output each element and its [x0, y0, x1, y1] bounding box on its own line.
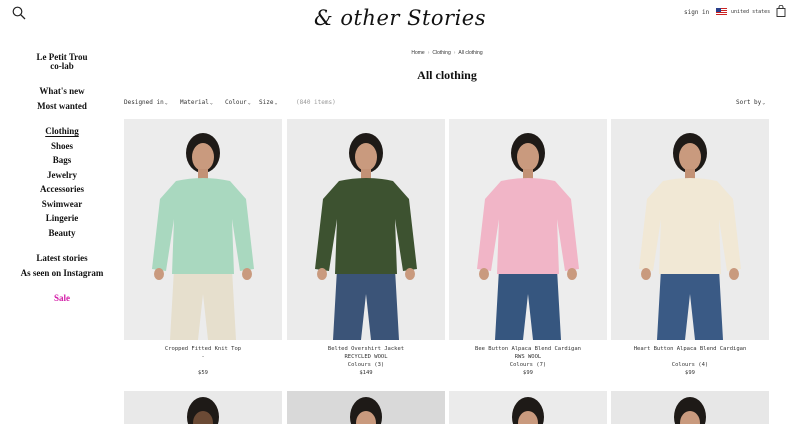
product-name[interactable]: Cropped Fitted Knit Top: [124, 346, 282, 352]
breadcrumb-separator: ›: [427, 50, 430, 56]
filter-designed-in-label: Designed in: [124, 99, 164, 106]
filter-material-label: Material: [180, 99, 209, 106]
sidebar-item-most-wanted[interactable]: Most wanted: [0, 101, 124, 111]
breadcrumb: Home › Clothing › All clothing: [124, 50, 770, 56]
product-image[interactable]: [287, 119, 445, 340]
filter-designed-in[interactable]: Designed in⌄: [124, 99, 168, 106]
filter-size-label: Size: [259, 99, 274, 106]
product-material: RECYCLED WOOL: [344, 354, 388, 360]
sidebar-item-latest-stories[interactable]: Latest stories: [0, 253, 124, 263]
us-flag-icon[interactable]: [716, 8, 727, 15]
filter-colour-label: Colour: [225, 99, 247, 106]
page-title: All clothing: [417, 68, 477, 82]
sort-by-label: Sort by: [736, 99, 762, 106]
sidebar-item-shoes[interactable]: Shoes: [0, 141, 124, 151]
breadcrumb-current: All clothing: [458, 50, 483, 56]
sidebar-item-lingerie[interactable]: Lingerie: [0, 213, 124, 223]
product-image[interactable]: [449, 391, 607, 424]
product-price: $149: [359, 370, 373, 376]
product-image[interactable]: [611, 391, 769, 424]
country-selector[interactable]: united states: [731, 9, 770, 15]
breadcrumb-separator: ›: [453, 50, 456, 56]
product-image[interactable]: [611, 119, 769, 340]
product-name[interactable]: Belted Overshirt Jacket: [287, 346, 445, 352]
chevron-down-icon: ⌄: [209, 100, 213, 106]
chevron-down-icon: ⌄: [762, 100, 766, 106]
product-material: RWS WOOL: [514, 354, 542, 360]
product-price: $59: [198, 370, 208, 376]
product-price: $99: [685, 370, 695, 376]
product-colours[interactable]: Colours (4): [611, 362, 769, 368]
sidebar-item-accessories[interactable]: Accessories: [0, 184, 124, 194]
product-colours[interactable]: Colours (3): [287, 362, 445, 368]
product-material: -: [201, 354, 205, 360]
product-image[interactable]: [124, 391, 282, 424]
brand-logo[interactable]: & other Stories: [0, 6, 800, 30]
filter-size[interactable]: Size⌄: [259, 99, 277, 106]
filter-colour[interactable]: Colour⌄: [225, 99, 251, 106]
sidebar-item-as-seen-on-instagram[interactable]: As seen on Instagram: [0, 268, 124, 278]
item-count: (840 items): [296, 99, 336, 106]
product-image[interactable]: [449, 119, 607, 340]
sidebar-item-co-lab[interactable]: co-lab: [0, 61, 124, 71]
filter-material[interactable]: Material⌄: [180, 99, 213, 106]
shopping-bag-icon[interactable]: [776, 5, 786, 17]
chevron-down-icon: ⌄: [247, 100, 251, 106]
sidebar-item-jewelry[interactable]: Jewelry: [0, 170, 124, 180]
product-image[interactable]: [287, 391, 445, 424]
product-name[interactable]: Heart Button Alpaca Blend Cardigan: [611, 346, 769, 352]
product-name[interactable]: Bee Button Alpaca Blend Cardigan: [449, 346, 607, 352]
chevron-down-icon: ⌄: [274, 100, 278, 106]
breadcrumb-home[interactable]: Home: [411, 50, 424, 56]
chevron-down-icon: ⌄: [164, 100, 168, 106]
product-price: $99: [523, 370, 533, 376]
sidebar-item-clothing[interactable]: Clothing: [0, 126, 124, 136]
sidebar-item-swimwear[interactable]: Swimwear: [0, 199, 124, 209]
sort-by-dropdown[interactable]: Sort by⌄: [736, 99, 765, 106]
product-colours[interactable]: Colours (7): [449, 362, 607, 368]
breadcrumb-clothing[interactable]: Clothing: [432, 50, 450, 56]
sidebar-item-beauty[interactable]: Beauty: [0, 228, 124, 238]
sidebar-item-sale[interactable]: Sale: [0, 293, 124, 303]
sign-in-link[interactable]: sign in: [684, 9, 709, 16]
sidebar-item-bags[interactable]: Bags: [0, 155, 124, 165]
sidebar-item-whats-new[interactable]: What's new: [0, 86, 124, 96]
product-image[interactable]: [124, 119, 282, 340]
